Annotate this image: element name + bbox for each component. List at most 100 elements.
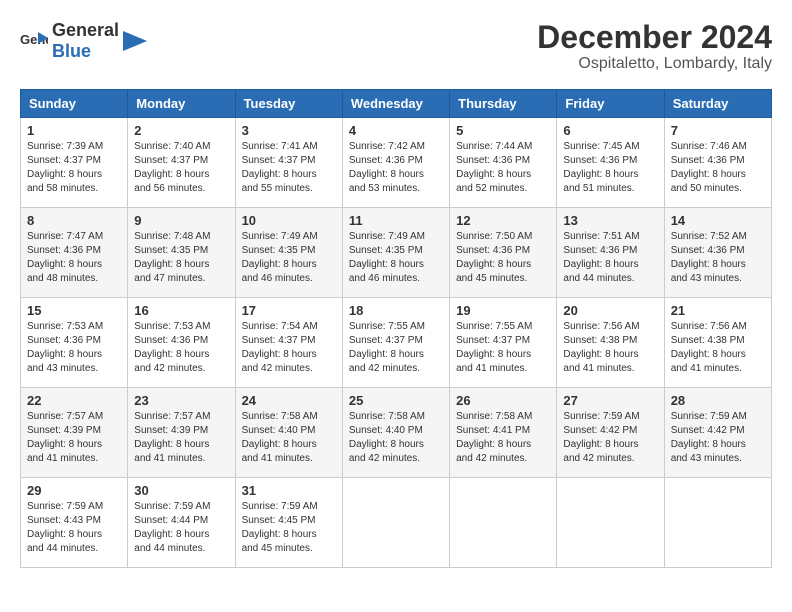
calendar-day-cell: 7 Sunrise: 7:46 AM Sunset: 4:36 PM Dayli… <box>664 118 771 208</box>
calendar-day-cell: 20 Sunrise: 7:56 AM Sunset: 4:38 PM Dayl… <box>557 298 664 388</box>
weekday-header: Thursday <box>450 90 557 118</box>
weekday-header: Wednesday <box>342 90 449 118</box>
weekday-header: Saturday <box>664 90 771 118</box>
calendar-day-cell: 22 Sunrise: 7:57 AM Sunset: 4:39 PM Dayl… <box>21 388 128 478</box>
day-info: Sunrise: 7:59 AM Sunset: 4:42 PM Dayligh… <box>671 410 765 466</box>
calendar-day-cell <box>342 478 449 568</box>
day-number: 6 <box>563 123 657 138</box>
calendar-day-cell: 25 Sunrise: 7:58 AM Sunset: 4:40 PM Dayl… <box>342 388 449 478</box>
day-info: Sunrise: 7:46 AM Sunset: 4:36 PM Dayligh… <box>671 140 765 196</box>
day-info: Sunrise: 7:41 AM Sunset: 4:37 PM Dayligh… <box>242 140 336 196</box>
day-number: 18 <box>349 303 443 318</box>
day-number: 11 <box>349 213 443 228</box>
day-number: 21 <box>671 303 765 318</box>
day-number: 31 <box>242 483 336 498</box>
calendar-day-cell: 11 Sunrise: 7:49 AM Sunset: 4:35 PM Dayl… <box>342 208 449 298</box>
weekday-header: Monday <box>128 90 235 118</box>
calendar-day-cell: 15 Sunrise: 7:53 AM Sunset: 4:36 PM Dayl… <box>21 298 128 388</box>
day-info: Sunrise: 7:56 AM Sunset: 4:38 PM Dayligh… <box>671 320 765 376</box>
calendar-day-cell: 27 Sunrise: 7:59 AM Sunset: 4:42 PM Dayl… <box>557 388 664 478</box>
day-number: 1 <box>27 123 121 138</box>
calendar-day-cell: 14 Sunrise: 7:52 AM Sunset: 4:36 PM Dayl… <box>664 208 771 298</box>
day-info: Sunrise: 7:56 AM Sunset: 4:38 PM Dayligh… <box>563 320 657 376</box>
day-number: 26 <box>456 393 550 408</box>
calendar-day-cell: 5 Sunrise: 7:44 AM Sunset: 4:36 PM Dayli… <box>450 118 557 208</box>
calendar-day-cell: 28 Sunrise: 7:59 AM Sunset: 4:42 PM Dayl… <box>664 388 771 478</box>
calendar-day-cell: 3 Sunrise: 7:41 AM Sunset: 4:37 PM Dayli… <box>235 118 342 208</box>
day-number: 30 <box>134 483 228 498</box>
calendar-day-cell: 17 Sunrise: 7:54 AM Sunset: 4:37 PM Dayl… <box>235 298 342 388</box>
day-info: Sunrise: 7:57 AM Sunset: 4:39 PM Dayligh… <box>27 410 121 466</box>
day-info: Sunrise: 7:45 AM Sunset: 4:36 PM Dayligh… <box>563 140 657 196</box>
calendar-day-cell: 23 Sunrise: 7:57 AM Sunset: 4:39 PM Dayl… <box>128 388 235 478</box>
calendar-day-cell: 1 Sunrise: 7:39 AM Sunset: 4:37 PM Dayli… <box>21 118 128 208</box>
calendar-table: SundayMondayTuesdayWednesdayThursdayFrid… <box>20 89 772 568</box>
day-info: Sunrise: 7:55 AM Sunset: 4:37 PM Dayligh… <box>456 320 550 376</box>
calendar-day-cell: 29 Sunrise: 7:59 AM Sunset: 4:43 PM Dayl… <box>21 478 128 568</box>
day-info: Sunrise: 7:47 AM Sunset: 4:36 PM Dayligh… <box>27 230 121 286</box>
day-number: 15 <box>27 303 121 318</box>
calendar-day-cell: 8 Sunrise: 7:47 AM Sunset: 4:36 PM Dayli… <box>21 208 128 298</box>
day-number: 12 <box>456 213 550 228</box>
weekday-header: Friday <box>557 90 664 118</box>
calendar-day-cell: 19 Sunrise: 7:55 AM Sunset: 4:37 PM Dayl… <box>450 298 557 388</box>
day-info: Sunrise: 7:59 AM Sunset: 4:43 PM Dayligh… <box>27 500 121 556</box>
day-number: 28 <box>671 393 765 408</box>
calendar-week-row: 15 Sunrise: 7:53 AM Sunset: 4:36 PM Dayl… <box>21 298 772 388</box>
month-title: December 2024 <box>537 20 772 55</box>
weekday-header: Sunday <box>21 90 128 118</box>
logo-blue: Blue <box>52 41 91 61</box>
day-number: 24 <box>242 393 336 408</box>
day-info: Sunrise: 7:52 AM Sunset: 4:36 PM Dayligh… <box>671 230 765 286</box>
calendar-week-row: 22 Sunrise: 7:57 AM Sunset: 4:39 PM Dayl… <box>21 388 772 478</box>
logo: General General Blue <box>20 20 147 62</box>
day-number: 5 <box>456 123 550 138</box>
day-number: 16 <box>134 303 228 318</box>
calendar-day-cell: 10 Sunrise: 7:49 AM Sunset: 4:35 PM Dayl… <box>235 208 342 298</box>
calendar-day-cell <box>664 478 771 568</box>
day-info: Sunrise: 7:53 AM Sunset: 4:36 PM Dayligh… <box>27 320 121 376</box>
calendar-day-cell: 26 Sunrise: 7:58 AM Sunset: 4:41 PM Dayl… <box>450 388 557 478</box>
calendar-day-cell: 2 Sunrise: 7:40 AM Sunset: 4:37 PM Dayli… <box>128 118 235 208</box>
calendar-day-cell: 18 Sunrise: 7:55 AM Sunset: 4:37 PM Dayl… <box>342 298 449 388</box>
calendar-day-cell: 16 Sunrise: 7:53 AM Sunset: 4:36 PM Dayl… <box>128 298 235 388</box>
day-number: 20 <box>563 303 657 318</box>
day-info: Sunrise: 7:59 AM Sunset: 4:42 PM Dayligh… <box>563 410 657 466</box>
logo-icon: General <box>20 30 48 52</box>
weekday-header: Tuesday <box>235 90 342 118</box>
day-number: 22 <box>27 393 121 408</box>
day-info: Sunrise: 7:48 AM Sunset: 4:35 PM Dayligh… <box>134 230 228 286</box>
day-info: Sunrise: 7:55 AM Sunset: 4:37 PM Dayligh… <box>349 320 443 376</box>
day-number: 7 <box>671 123 765 138</box>
calendar-day-cell: 21 Sunrise: 7:56 AM Sunset: 4:38 PM Dayl… <box>664 298 771 388</box>
calendar-day-cell: 9 Sunrise: 7:48 AM Sunset: 4:35 PM Dayli… <box>128 208 235 298</box>
day-info: Sunrise: 7:50 AM Sunset: 4:36 PM Dayligh… <box>456 230 550 286</box>
calendar-day-cell: 13 Sunrise: 7:51 AM Sunset: 4:36 PM Dayl… <box>557 208 664 298</box>
day-number: 23 <box>134 393 228 408</box>
day-info: Sunrise: 7:49 AM Sunset: 4:35 PM Dayligh… <box>349 230 443 286</box>
calendar-day-cell: 30 Sunrise: 7:59 AM Sunset: 4:44 PM Dayl… <box>128 478 235 568</box>
day-number: 2 <box>134 123 228 138</box>
day-info: Sunrise: 7:44 AM Sunset: 4:36 PM Dayligh… <box>456 140 550 196</box>
logo-general: General <box>52 20 119 40</box>
day-info: Sunrise: 7:40 AM Sunset: 4:37 PM Dayligh… <box>134 140 228 196</box>
calendar-day-cell: 6 Sunrise: 7:45 AM Sunset: 4:36 PM Dayli… <box>557 118 664 208</box>
calendar-day-cell: 31 Sunrise: 7:59 AM Sunset: 4:45 PM Dayl… <box>235 478 342 568</box>
calendar-week-row: 29 Sunrise: 7:59 AM Sunset: 4:43 PM Dayl… <box>21 478 772 568</box>
calendar-day-cell: 24 Sunrise: 7:58 AM Sunset: 4:40 PM Dayl… <box>235 388 342 478</box>
day-info: Sunrise: 7:53 AM Sunset: 4:36 PM Dayligh… <box>134 320 228 376</box>
day-number: 8 <box>27 213 121 228</box>
location-title: Ospitaletto, Lombardy, Italy <box>537 55 772 73</box>
day-number: 17 <box>242 303 336 318</box>
day-number: 14 <box>671 213 765 228</box>
calendar-day-cell: 12 Sunrise: 7:50 AM Sunset: 4:36 PM Dayl… <box>450 208 557 298</box>
day-info: Sunrise: 7:39 AM Sunset: 4:37 PM Dayligh… <box>27 140 121 196</box>
day-number: 9 <box>134 213 228 228</box>
logo-arrow-icon <box>123 31 147 51</box>
calendar-day-cell <box>557 478 664 568</box>
header: General General Blue December 2024 Ospit… <box>20 20 772 73</box>
day-info: Sunrise: 7:49 AM Sunset: 4:35 PM Dayligh… <box>242 230 336 286</box>
day-info: Sunrise: 7:57 AM Sunset: 4:39 PM Dayligh… <box>134 410 228 466</box>
day-info: Sunrise: 7:59 AM Sunset: 4:45 PM Dayligh… <box>242 500 336 556</box>
day-number: 13 <box>563 213 657 228</box>
